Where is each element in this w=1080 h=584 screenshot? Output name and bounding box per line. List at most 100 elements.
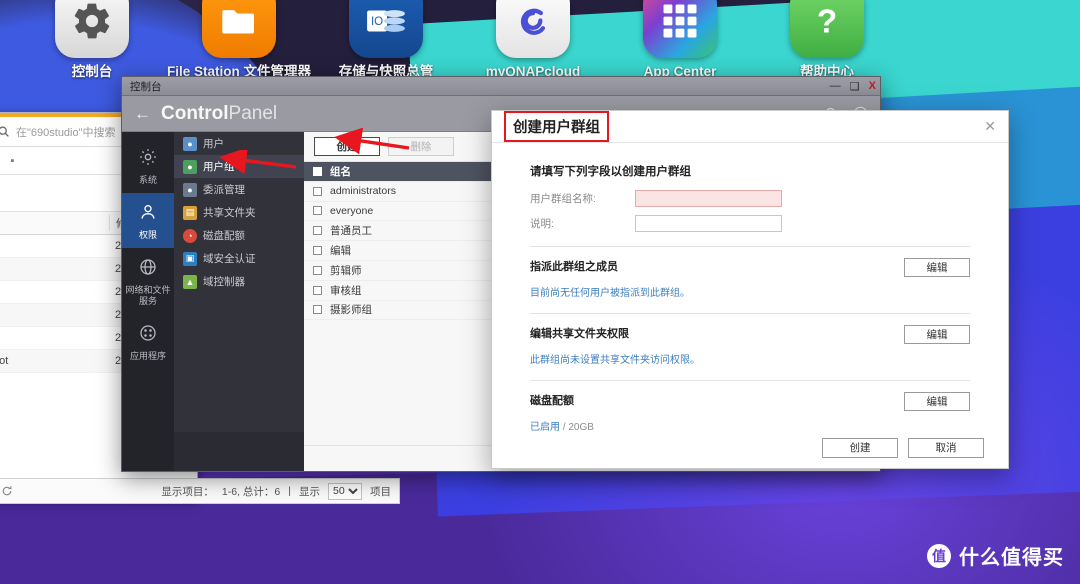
minimize-button[interactable]: — [830,80,841,92]
nav-item-network-file-services[interactable]: 网络和文件服务 [122,248,174,314]
delegate-icon: ● [183,183,197,197]
toolbar-dot-icon[interactable]: ▪ [11,155,15,167]
create-user-group-dialog[interactable]: 创建用户群组 ✕ 请填写下列字段以创建用户群组 用户群组名称: 说明: 指派此群… [491,110,1009,469]
quota-size: / 20GB [560,422,594,433]
page-size-select[interactable]: 50 [328,483,362,500]
apps-grid-icon [138,323,158,343]
sidebar-item-label: 域控制器 [203,274,245,289]
description-input[interactable] [635,215,782,232]
row-checkbox[interactable] [304,226,330,235]
pager-controls[interactable]: ▶ ▶| | [0,485,13,497]
back-arrow-icon[interactable]: ← [134,105,151,122]
nav-label: 应用程序 [124,351,172,362]
nav-item-system[interactable]: 系统 [122,138,174,193]
group-name-input[interactable] [635,190,782,207]
close-button[interactable]: X [869,80,876,92]
watermark-logo: 值 [927,544,951,568]
watermark-text: 什么值得买 [959,541,1064,570]
window-controls[interactable]: — ❑ X [830,80,876,93]
row-checkbox[interactable] [304,246,330,255]
desktop-icon-file-station[interactable]: File Station 文件管理器 [164,0,314,79]
row-checkbox[interactable] [304,286,330,295]
user-group-icon: ● [183,160,197,174]
group-name: everyone [330,205,373,217]
divider [530,313,970,314]
desktop-icon-help-center[interactable]: ? 帮助中心 [752,0,902,79]
search-icon [0,125,10,138]
section-assign-members: 指派此群组之成员 编辑 [530,258,970,277]
grid-icon [643,0,717,58]
row-checkbox[interactable] [304,266,330,275]
user-single-icon: ● [183,137,197,151]
row-checkbox[interactable] [304,206,330,215]
dialog-lead-text: 请填写下列字段以创建用户群组 [530,163,970,179]
sidebar-item-quota[interactable]: ◔ 磁盘配额 [174,224,304,247]
edit-permissions-button[interactable]: 编辑 [904,325,970,344]
field-label: 说明: [530,216,635,231]
cloud-icon [496,0,570,58]
domain-controller-icon: ▲ [183,275,197,289]
nav-item-privilege[interactable]: 权限 [122,193,174,248]
nav-label: 网络和文件服务 [124,285,172,307]
gear-icon [138,147,158,167]
status-items-range: 1-6, 总计：6 [222,484,280,499]
annotation-arrow-user-groups [208,150,300,176]
edit-quota-button[interactable]: 编辑 [904,392,970,411]
desktop-icon-myqnapcloud[interactable]: myQNAPcloud [458,0,608,79]
divider [530,380,970,381]
file-name: hot [0,355,109,367]
quota-status: 已启用 [530,422,560,433]
shared-folder-icon: ▤ [183,206,197,220]
user-icon [138,202,158,222]
edit-members-button[interactable]: 编辑 [904,258,970,277]
page-title: ControlPanel [161,103,277,125]
nav-item-applications[interactable]: 应用程序 [122,314,174,369]
watermark: 值 什么值得买 [927,541,1064,570]
field-row-description: 说明: [530,215,970,232]
field-row-group-name: 用户群组名称: [530,190,970,207]
desktop-icon-app-center[interactable]: App Center [605,0,755,79]
question-icon: ? [790,0,864,58]
control-panel-submenu: ● 用户 ● 用户组 ● 委派管理 ▤ 共享文件夹 ◔ 磁盘配额 [174,132,304,471]
folder-icon [202,0,276,58]
desktop-icon-control-panel[interactable]: 控制台 [17,0,167,79]
sidebar-item-label: 共享文件夹 [203,205,256,220]
sidebar-item-delegation[interactable]: ● 委派管理 [174,178,304,201]
group-name: 编辑 [330,243,351,258]
sidebar-item-label: 磁盘配额 [203,228,245,243]
domain-security-icon: ▣ [183,252,197,266]
search-placeholder-text: 在"690studio"中搜索 [16,124,116,140]
section-description: 已启用 / 20GB [530,418,970,433]
dialog-create-button[interactable]: 创建 [822,438,898,458]
close-icon[interactable]: ✕ [984,118,996,135]
group-name: 普通员工 [330,223,372,238]
submenu-footer-strip [174,432,304,471]
sidebar-item-domain-controller[interactable]: ▲ 域控制器 [174,270,304,293]
divider: | [288,485,291,497]
row-checkbox[interactable] [304,305,330,314]
dialog-title: 创建用户群组 [504,111,609,142]
nav-label: 系统 [124,175,172,186]
select-all-checkbox[interactable] [304,167,330,176]
section-description: 此群组尚未设置共享文件夹访问权限。 [530,351,970,366]
field-label: 用户群组名称: [530,191,635,206]
annotation-arrow-create-button [325,128,413,160]
gear-icon [55,0,129,58]
section-title: 编辑共享文件夹权限 [530,325,629,341]
maximize-button[interactable]: ❑ [850,80,860,93]
desktop-icon-storage[interactable]: IO 存储与快照总管 [311,0,461,79]
globe-icon [138,257,158,277]
group-name: administrators [330,185,396,197]
refresh-icon [1,485,13,497]
nav-label: 权限 [124,230,172,241]
sidebar-item-shared-folders[interactable]: ▤ 共享文件夹 [174,201,304,224]
row-checkbox[interactable] [304,187,330,196]
dialog-cancel-button[interactable]: 取消 [908,438,984,458]
control-panel-nav: 系统 权限 网络和文件服务 应用程序 [122,132,174,471]
section-shared-folder-permissions: 编辑共享文件夹权限 编辑 [530,325,970,344]
window-title: 控制台 [130,79,830,94]
control-panel-titlebar[interactable]: 控制台 — ❑ X [122,77,880,96]
sidebar-item-domain-security[interactable]: ▣ 域安全认证 [174,247,304,270]
screen-root: 控制台 File Station 文件管理器 IO 存储与快照总管 [0,0,1080,584]
quota-pie-icon: ◔ [183,229,197,243]
